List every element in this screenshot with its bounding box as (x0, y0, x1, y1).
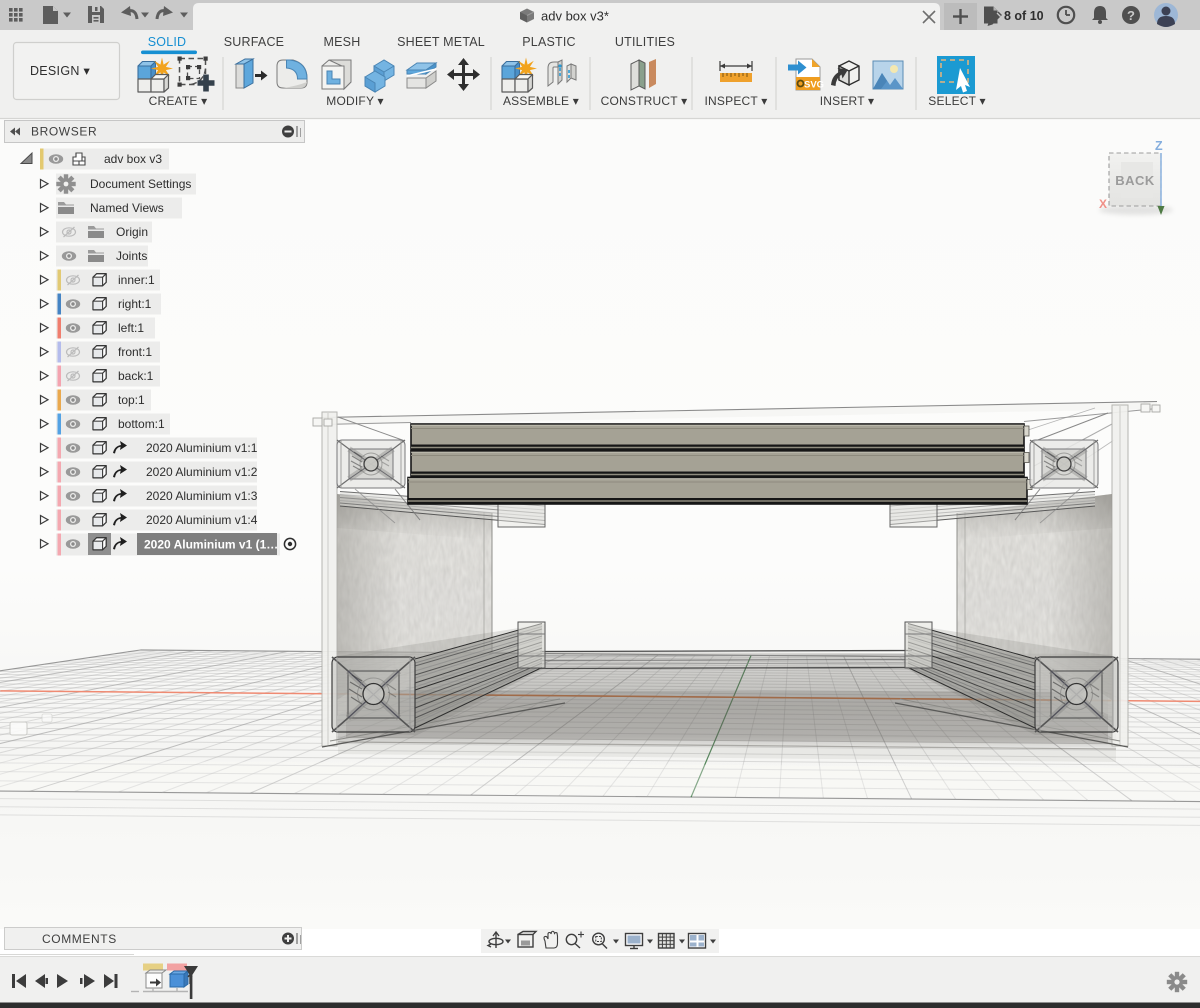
svg-text:adv box v3: adv box v3 (104, 152, 162, 166)
svg-text:bottom:1: bottom:1 (118, 417, 165, 431)
svg-text:front:1: front:1 (118, 345, 152, 359)
svg-text:BACK: BACK (1115, 173, 1155, 188)
svg-text:2020 Aluminium v1:4: 2020 Aluminium v1:4 (146, 513, 258, 527)
svg-text:MESH: MESH (324, 35, 361, 49)
svg-text:INSERT ▾: INSERT ▾ (820, 94, 875, 108)
svg-text:Origin: Origin (116, 225, 148, 239)
svg-text:Z: Z (1155, 139, 1163, 153)
svg-text:Joints: Joints (116, 249, 147, 263)
svg-text:SVG: SVG (804, 80, 824, 91)
svg-text:2020 Aluminium v1 (1…: 2020 Aluminium v1 (1… (144, 538, 278, 552)
svg-text:BROWSER: BROWSER (31, 125, 97, 139)
svg-text:UTILITIES: UTILITIES (615, 35, 675, 49)
svg-text:COMMENTS: COMMENTS (42, 932, 117, 946)
svg-text:INSPECT ▾: INSPECT ▾ (705, 94, 768, 108)
svg-text:2020 Aluminium v1:2: 2020 Aluminium v1:2 (146, 465, 258, 479)
svg-text:X: X (1099, 197, 1107, 211)
svg-text:adv box v3*: adv box v3* (541, 9, 609, 24)
svg-text:SURFACE: SURFACE (224, 35, 284, 49)
svg-text:2020 Aluminium v1:1: 2020 Aluminium v1:1 (146, 441, 258, 455)
svg-text:Named Views: Named Views (90, 201, 164, 215)
svg-text:2020 Aluminium v1:3: 2020 Aluminium v1:3 (146, 489, 258, 503)
svg-text:?: ? (1127, 8, 1135, 23)
svg-text:CREATE ▾: CREATE ▾ (149, 94, 208, 108)
svg-text:SHEET METAL: SHEET METAL (397, 35, 485, 49)
svg-text:back:1: back:1 (118, 369, 154, 383)
svg-text:PLASTIC: PLASTIC (522, 35, 576, 49)
svg-text:left:1: left:1 (118, 321, 144, 335)
svg-text:SELECT ▾: SELECT ▾ (928, 94, 985, 108)
svg-text:DESIGN ▾: DESIGN ▾ (30, 64, 90, 78)
svg-text:top:1: top:1 (118, 393, 145, 407)
svg-text:inner:1: inner:1 (118, 273, 155, 287)
svg-text:ASSEMBLE ▾: ASSEMBLE ▾ (503, 94, 579, 108)
svg-text:right:1: right:1 (118, 297, 152, 311)
svg-text:Document Settings: Document Settings (90, 177, 191, 191)
svg-text:SOLID: SOLID (148, 35, 187, 49)
svg-text:CONSTRUCT ▾: CONSTRUCT ▾ (601, 94, 688, 108)
svg-text:MODIFY ▾: MODIFY ▾ (326, 94, 383, 108)
svg-text:8 of 10: 8 of 10 (1004, 9, 1044, 23)
